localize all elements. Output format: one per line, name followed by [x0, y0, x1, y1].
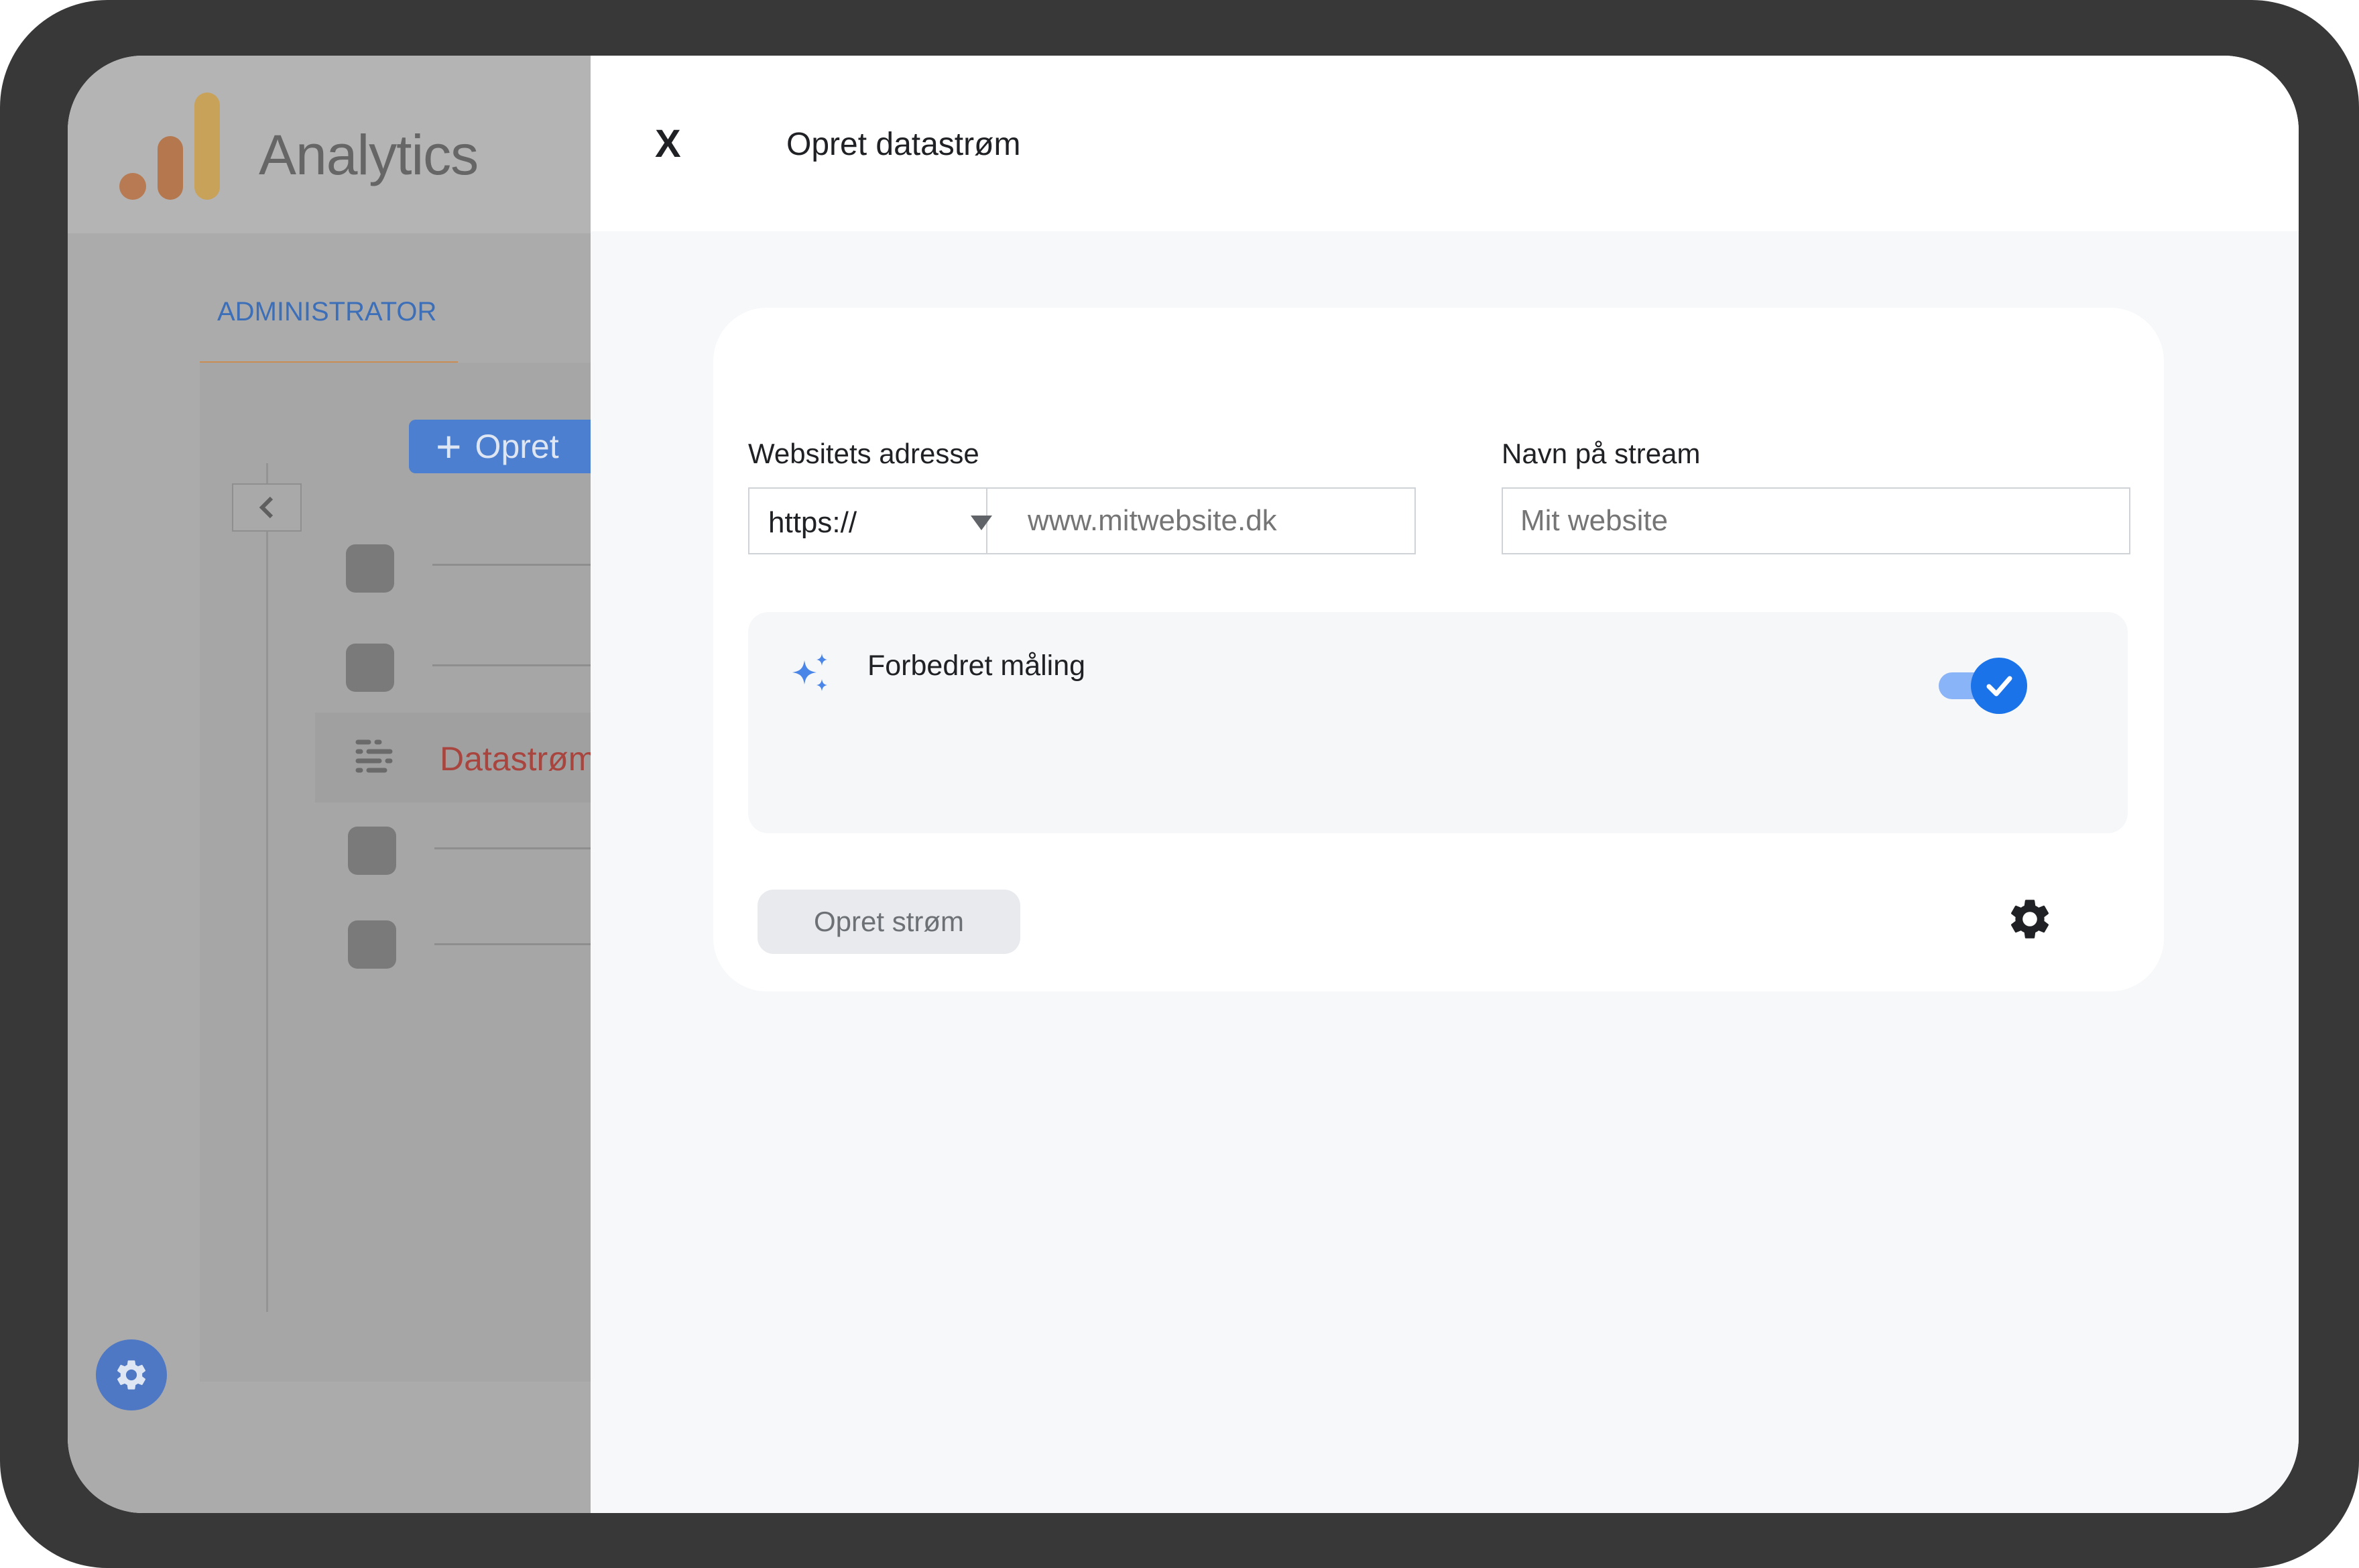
protocol-select[interactable]: https:// — [749, 489, 992, 553]
check-icon — [1986, 676, 2012, 697]
gear-icon[interactable] — [2006, 895, 2054, 943]
nav-item-icon[interactable] — [348, 920, 396, 969]
toggle-knob — [1971, 658, 2027, 714]
nav-rail-line — [266, 463, 268, 1312]
stream-form-card: Websitets adresse Navn på stream https:/… — [713, 308, 2164, 991]
nav-item-icon[interactable] — [346, 544, 394, 593]
nav-item-icon[interactable] — [348, 827, 396, 875]
app-title: Analytics — [259, 123, 479, 186]
close-button[interactable]: X — [655, 121, 681, 166]
data-stream-icon — [355, 739, 393, 773]
sparkle-icon — [792, 654, 827, 691]
create-datastream-panel: X Opret datastrøm Websitets adresse Navn… — [591, 56, 2299, 1513]
url-input[interactable] — [987, 489, 1414, 553]
nav-item-placeholder — [434, 943, 591, 945]
app-header: Analytics — [68, 56, 591, 233]
tab-administrator[interactable]: ADMINISTRATOR — [217, 297, 436, 327]
enhanced-measurement-section: Forbedret måling — [748, 612, 2128, 833]
panel-header: X Opret datastrøm — [591, 56, 2299, 231]
collapse-button[interactable] — [232, 483, 302, 532]
analytics-app-background: Analytics ADMINISTRATOR + Opret Datastrø… — [68, 56, 591, 1513]
nav-item-placeholder — [432, 664, 591, 666]
create-stream-button[interactable]: Opret strøm — [758, 890, 1020, 954]
caret-down-icon — [971, 516, 992, 530]
nav-item-icon[interactable] — [346, 644, 394, 692]
stream-name-input[interactable] — [1502, 487, 2130, 554]
create-button-label: Opret — [475, 428, 559, 465]
create-button[interactable]: + Opret — [409, 420, 591, 473]
stream-name-label: Navn på stream — [1502, 438, 1701, 469]
nav-item-placeholder — [432, 564, 591, 566]
gear-icon — [117, 1360, 146, 1390]
enhanced-measurement-toggle[interactable] — [1939, 658, 2027, 714]
device-frame: Analytics ADMINISTRATOR + Opret Datastrø… — [0, 0, 2359, 1568]
screen: Analytics ADMINISTRATOR + Opret Datastrø… — [68, 56, 2299, 1513]
analytics-logo-icon — [119, 93, 221, 200]
enhanced-measurement-label: Forbedret måling — [867, 650, 1086, 682]
nav-item-datastream-label: Datastrøm — [440, 740, 591, 778]
website-address-field: https:// — [748, 487, 1416, 554]
nav-item-placeholder — [434, 847, 591, 849]
website-address-label: Websitets adresse — [748, 438, 979, 469]
admin-settings-button[interactable] — [96, 1339, 167, 1410]
plus-icon: + — [436, 422, 462, 471]
panel-title: Opret datastrøm — [786, 127, 1021, 162]
protocol-value: https:// — [768, 506, 857, 539]
chevron-left-icon — [259, 496, 274, 519]
